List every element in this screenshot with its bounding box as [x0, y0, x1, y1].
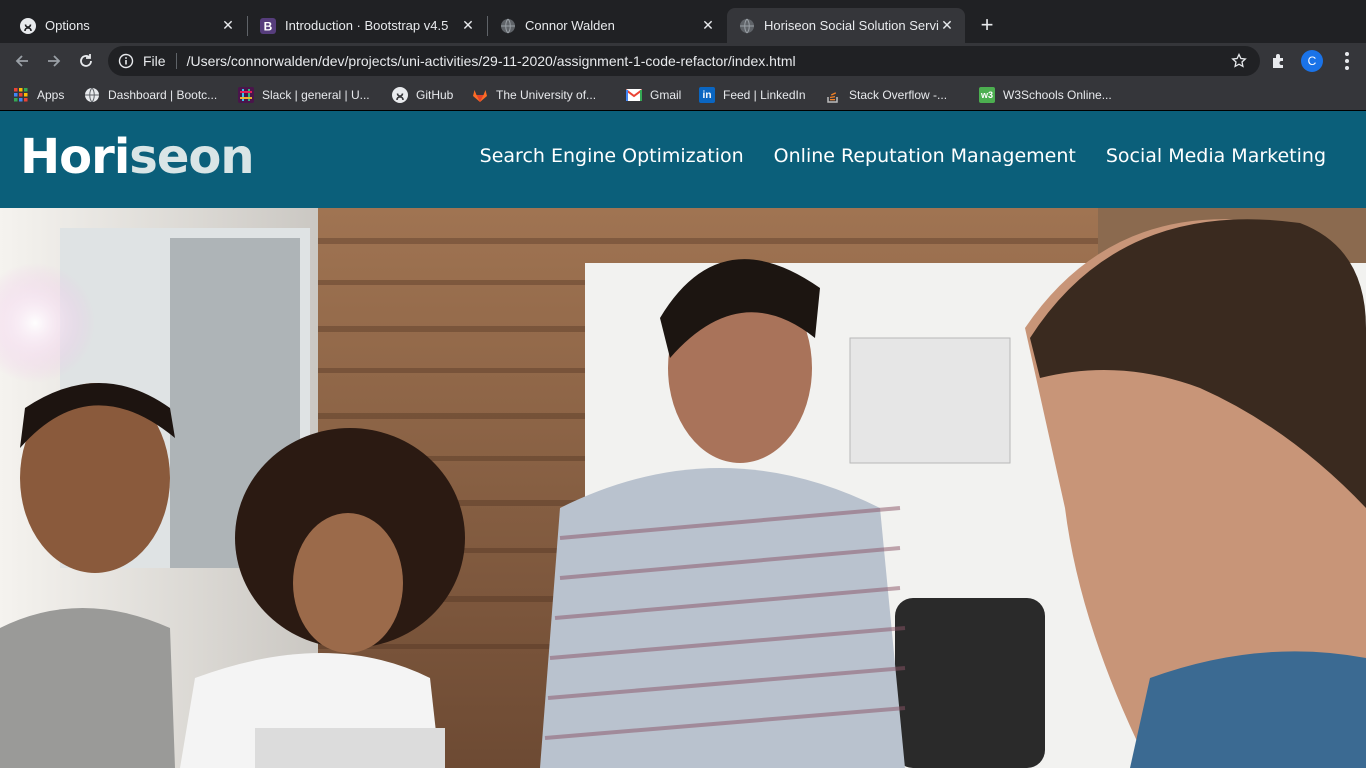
- bookmark-label: Slack | general | U...: [262, 88, 370, 102]
- team-meeting-photo: [0, 208, 1366, 768]
- tab-bootstrap[interactable]: B Introduction · Bootstrap v4.5 ✕: [248, 8, 486, 43]
- bookmark-slack[interactable]: Slack | general | U...: [238, 86, 370, 104]
- gmail-icon: [626, 87, 642, 103]
- bookmark-label: W3Schools Online...: [1003, 88, 1112, 102]
- tab-horiseon[interactable]: Horiseon Social Solution Servic ✕: [727, 8, 965, 43]
- bookmarks-bar: Apps Dashboard | Bootc... Slack | genera…: [0, 79, 1366, 111]
- tab-title: Connor Walden: [525, 18, 615, 33]
- bookmark-label: GitHub: [416, 88, 454, 102]
- info-icon[interactable]: [118, 53, 134, 69]
- site-logo[interactable]: Horiseon: [20, 129, 255, 185]
- github-icon: [392, 87, 408, 103]
- bookmark-w3schools[interactable]: w3 W3Schools Online...: [979, 86, 1112, 104]
- tab-connor-walden[interactable]: Connor Walden ✕: [488, 8, 726, 43]
- bookmark-star-icon[interactable]: [1230, 52, 1248, 70]
- tab-title: Introduction · Bootstrap v4.5: [285, 18, 449, 33]
- apps-grid-icon: [13, 87, 29, 103]
- globe-icon: [84, 87, 100, 103]
- bookmark-label: The University of...: [496, 88, 597, 102]
- tab-title: Options: [45, 18, 90, 33]
- browser-toolbar: File /Users/connorwalden/dev/projects/un…: [0, 43, 1366, 79]
- url-scheme-label: File: [143, 53, 166, 69]
- globe-icon: [739, 18, 755, 34]
- reload-button[interactable]: [74, 49, 98, 73]
- w3schools-icon: w3: [979, 87, 995, 103]
- profile-avatar[interactable]: C: [1301, 50, 1323, 72]
- arrow-left-icon: [15, 55, 28, 67]
- address-bar[interactable]: File /Users/connorwalden/dev/projects/un…: [108, 46, 1260, 76]
- nav-link-social-media[interactable]: Social Media Marketing: [1106, 145, 1326, 167]
- reload-icon: [80, 54, 92, 67]
- svg-text:B: B: [264, 19, 273, 33]
- site-header: Horiseon Search Engine Optimization Onli…: [0, 111, 1366, 208]
- bookmark-label: Gmail: [650, 88, 682, 102]
- extensions-puzzle-icon[interactable]: [1270, 52, 1288, 70]
- more-menu-icon[interactable]: [1337, 50, 1357, 72]
- hero-image: [0, 208, 1366, 768]
- bookmark-dashboard[interactable]: Dashboard | Bootc...: [84, 86, 217, 104]
- linkedin-icon: in: [699, 87, 715, 103]
- tab-options[interactable]: Options ✕: [8, 8, 246, 43]
- bookmark-gmail[interactable]: Gmail: [626, 86, 681, 104]
- bookmark-label: Apps: [37, 88, 65, 102]
- close-icon[interactable]: ✕: [460, 17, 476, 34]
- new-tab-button[interactable]: +: [976, 14, 998, 36]
- bookmark-label: Dashboard | Bootc...: [108, 88, 218, 102]
- tab-title: Horiseon Social Solution Servic: [764, 18, 939, 33]
- bookmark-university[interactable]: The University of...: [472, 86, 596, 104]
- logo-accent-text: seon: [129, 129, 254, 185]
- forward-button[interactable]: [42, 49, 66, 73]
- stackoverflow-icon: [825, 87, 841, 103]
- bookmark-github[interactable]: GitHub: [392, 86, 453, 104]
- globe-icon: [500, 18, 516, 34]
- close-icon[interactable]: ✕: [220, 17, 236, 34]
- url-divider: [175, 53, 177, 69]
- bookmark-linkedin[interactable]: in Feed | LinkedIn: [699, 86, 806, 104]
- bookmark-label: Feed | LinkedIn: [723, 88, 806, 102]
- bookmark-label: Stack Overflow -...: [849, 88, 948, 102]
- tab-strip: Options ✕ B Introduction · Bootstrap v4.…: [0, 0, 1366, 43]
- back-button[interactable]: [10, 49, 34, 73]
- page-content: Horiseon Search Engine Optimization Onli…: [0, 111, 1366, 768]
- nav-link-seo[interactable]: Search Engine Optimization: [480, 145, 744, 167]
- github-icon: [20, 17, 36, 34]
- arrow-right-icon: [48, 55, 61, 67]
- url-text[interactable]: /Users/connorwalden/dev/projects/uni-act…: [187, 53, 796, 69]
- bookmark-stackoverflow[interactable]: Stack Overflow -...: [825, 86, 947, 104]
- close-icon[interactable]: ✕: [939, 17, 955, 34]
- bookmark-apps[interactable]: Apps: [13, 86, 64, 104]
- logo-text: Hori: [20, 129, 130, 185]
- bootstrap-icon: B: [260, 17, 276, 34]
- main-nav: Search Engine Optimization Online Reputa…: [480, 145, 1326, 167]
- gitlab-icon: [472, 87, 488, 103]
- close-icon[interactable]: ✕: [700, 17, 716, 34]
- slack-icon: [238, 87, 254, 103]
- nav-link-reputation[interactable]: Online Reputation Management: [774, 145, 1076, 167]
